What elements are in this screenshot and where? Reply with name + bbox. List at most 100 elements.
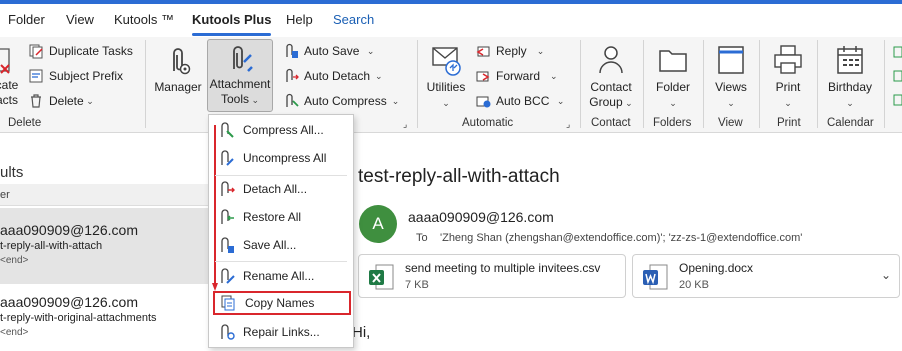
views-button[interactable]: Views ⌄ [709,43,753,111]
attachment-tools-icon [233,46,253,72]
attachment-card[interactable]: send meeting to multiple invitees.csv 7 … [358,254,626,298]
attachment-tools-button[interactable]: Attachment Tools ⌄ [207,39,273,112]
menu-item-rename-all[interactable]: Rename All... [217,263,345,289]
subject-prefix-button[interactable]: Subject Prefix [28,65,123,87]
menu-divider [215,261,347,262]
delete-button[interactable]: Delete ⌄ [28,90,94,112]
dedicate-contacts-button[interactable]: cate acts [0,45,20,108]
avatar[interactable]: A [359,205,397,243]
menu-item-copy-names[interactable]: Copy Names [213,291,351,315]
word-file-icon [643,264,668,290]
cut-label-1: cate [0,78,19,92]
manager-button[interactable]: Manager [152,45,204,95]
attachment-size: 7 KB [405,279,429,291]
subject-prefix-icon [29,69,43,83]
auto-save-button[interactable]: Auto Save ⌄ [283,40,374,62]
to-label: To [416,232,428,244]
attachment-gear-icon [173,48,191,75]
forward-icon [476,71,490,82]
tab-kutools-plus[interactable]: Kutools Plus [192,12,272,36]
repair-links-icon [221,324,235,340]
tab-kutools[interactable]: Kutools ™ [114,12,174,27]
tab-folder[interactable]: Folder [8,12,45,27]
mail-preview: <end> [0,327,29,338]
auto-detach-icon [286,68,299,82]
overflow-icon[interactable] [893,45,902,118]
mail-from: aaa090909@126.com [0,294,138,310]
detach-icon [221,181,235,196]
chevron-down-icon: ⌄ [540,70,558,81]
reply-button[interactable]: Reply ⌄ [475,40,544,62]
tab-help[interactable]: Help [286,12,313,27]
views-icon [718,46,744,74]
chevron-down-icon: ⌄ [549,95,565,106]
chevron-down-icon: ⌄ [248,95,260,105]
attachment-name: Opening.docx [679,261,754,275]
contact-group-button[interactable]: Contact Group ⌄ [585,43,637,111]
auto-detach-button[interactable]: Auto Detach ⌄ [283,65,383,87]
duplicate-tasks-icon [29,44,43,59]
chevron-down-icon: ⌄ [359,45,375,56]
cut-label-2: acts [0,93,18,107]
dialog-launcher-icon[interactable]: ⌟ [403,119,407,130]
mail-from: aaa090909@126.com [0,222,138,238]
cut-off-icon [0,48,10,74]
dialog-launcher-icon[interactable]: ⌟ [566,119,570,130]
menu-item-detach-all[interactable]: Detach All... [217,176,345,202]
birthday-button[interactable]: Birthday ⌄ [822,43,878,111]
chevron-down-icon: ⌄ [83,95,94,106]
auto-bcc-button[interactable]: Auto BCC ⌄ [475,90,564,112]
envelope-arrows-icon [432,47,461,76]
attachment-name: send meeting to multiple invitees.csv [405,261,601,275]
chevron-down-icon: ⌄ [442,98,450,108]
save-attachment-icon [221,237,234,253]
message-subject: test-reply-all-with-attach [358,166,560,187]
duplicate-tasks-button[interactable]: Duplicate Tasks [28,40,133,62]
tab-search[interactable]: Search [333,12,374,27]
print-button[interactable]: Print ⌄ [766,43,810,111]
rename-icon [221,268,235,284]
chevron-down-icon: ⌄ [669,98,677,108]
to-recipients: 'Zheng Shan (zhengshan@extendoffice.com)… [440,232,803,244]
auto-save-icon [286,43,298,58]
mail-subject: t-reply-with-original-attachments [0,312,157,324]
compress-icon [221,122,234,138]
chevron-down-icon[interactable]: ⌄ [881,268,891,282]
copy-names-icon [221,295,235,311]
auto-bcc-icon [476,96,491,108]
auto-compress-button[interactable]: Auto Compress ⌄ [283,90,399,112]
mail-preview: <end> [0,255,29,266]
contact-group-icon [599,46,623,74]
utilities-button[interactable]: Utilities ⌄ [422,43,470,111]
menu-item-restore-all[interactable]: Restore All [217,204,345,230]
group-label-view: View [718,117,743,129]
group-label-calendar: Calendar [827,117,874,129]
menu-item-save-all[interactable]: Save All... [217,232,345,258]
attachment-card[interactable]: Opening.docx 20 KB ⌄ [632,254,900,298]
uncompress-icon [221,150,234,166]
group-label-folders: Folders [653,117,692,129]
message-body: Hi, [352,324,371,341]
printer-icon [774,45,802,74]
reading-pane: test-reply-all-with-attach A aaaa090909@… [352,134,902,351]
attachment-size: 20 KB [679,279,709,291]
reply-icon [476,46,490,57]
chevron-down-icon: ⌄ [784,98,792,108]
forward-button[interactable]: Forward ⌄ [475,65,558,87]
excel-file-icon [369,264,394,290]
sender-address[interactable]: aaaa090909@126.com [408,209,554,225]
chevron-down-icon: ⌄ [526,45,545,56]
ribbon: cate acts Duplicate Tasks Subject Prefix… [0,37,902,133]
menu-item-compress-all[interactable]: Compress All... [217,117,345,143]
calendar-icon [837,46,863,74]
chevron-down-icon: ⌄ [386,95,400,106]
folder-button[interactable]: Folder ⌄ [650,43,696,111]
ribbon-tabs: Folder View Kutools ™ Kutools Plus Help … [0,0,902,37]
menu-item-repair-links[interactable]: Repair Links... [217,319,345,345]
menu-item-uncompress-all[interactable]: Uncompress All [217,145,345,171]
tab-view[interactable]: View [66,12,94,27]
group-label-contact: Contact [591,117,631,129]
group-label-print: Print [777,117,801,129]
trash-icon [31,94,41,108]
chevron-down-icon: ⌄ [622,98,633,108]
